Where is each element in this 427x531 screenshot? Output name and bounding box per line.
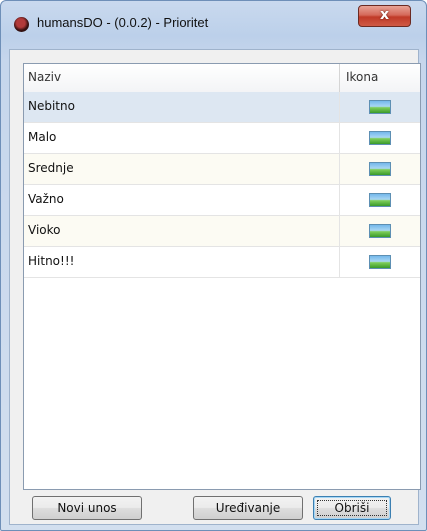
new-entry-button[interactable]: Novi unos bbox=[32, 496, 142, 520]
cell-name: Vioko bbox=[24, 216, 340, 246]
app-icon bbox=[14, 17, 29, 32]
image-icon bbox=[369, 131, 391, 145]
window-title: humansDO - (0.0.2) - Prioritet bbox=[37, 15, 209, 30]
row-name: Nebitno bbox=[28, 99, 75, 113]
image-icon bbox=[369, 255, 391, 269]
cell-name: Malo bbox=[24, 123, 340, 153]
client-area: Naziv Ikona Nebitno Malo Srednje Važno V… bbox=[9, 49, 421, 525]
image-icon bbox=[369, 100, 391, 114]
grid-header: Naziv Ikona bbox=[24, 64, 420, 93]
table-row[interactable]: Srednje bbox=[24, 154, 420, 185]
table-row[interactable]: Vioko bbox=[24, 216, 420, 247]
table-row[interactable]: Malo bbox=[24, 123, 420, 154]
column-header-naziv[interactable]: Naziv bbox=[24, 64, 340, 92]
cell-name: Hitno!!! bbox=[24, 247, 340, 277]
row-name: Srednje bbox=[28, 161, 74, 175]
row-name: Malo bbox=[28, 130, 57, 144]
column-header-ikona[interactable]: Ikona bbox=[340, 64, 420, 92]
row-name: Vioko bbox=[28, 223, 61, 237]
cell-name: Važno bbox=[24, 185, 340, 215]
row-name: Hitno!!! bbox=[28, 254, 75, 268]
column-header-label: Ikona bbox=[346, 70, 379, 84]
image-icon bbox=[369, 162, 391, 176]
close-button[interactable]: x bbox=[358, 5, 411, 27]
edit-button[interactable]: Uređivanje bbox=[193, 496, 303, 520]
image-icon bbox=[369, 224, 391, 238]
cell-name: Srednje bbox=[24, 154, 340, 184]
cell-name: Nebitno bbox=[24, 92, 340, 122]
delete-label: Obriši bbox=[334, 501, 370, 515]
table-row[interactable]: Hitno!!! bbox=[24, 247, 420, 278]
close-icon: x bbox=[379, 7, 390, 23]
delete-button[interactable]: Obriši bbox=[313, 496, 391, 520]
image-icon bbox=[369, 193, 391, 207]
row-name: Važno bbox=[28, 192, 64, 206]
new-entry-label: Novi unos bbox=[57, 501, 117, 515]
edit-label: Uređivanje bbox=[215, 501, 281, 515]
dialog-window: humansDO - (0.0.2) - Prioritet x Naziv I… bbox=[0, 0, 427, 531]
column-header-label: Naziv bbox=[28, 70, 62, 84]
priority-grid[interactable]: Naziv Ikona Nebitno Malo Srednje Važno V… bbox=[23, 63, 421, 490]
table-row[interactable]: Nebitno bbox=[24, 92, 420, 123]
title-bar[interactable]: humansDO - (0.0.2) - Prioritet x bbox=[1, 1, 426, 41]
table-row[interactable]: Važno bbox=[24, 185, 420, 216]
